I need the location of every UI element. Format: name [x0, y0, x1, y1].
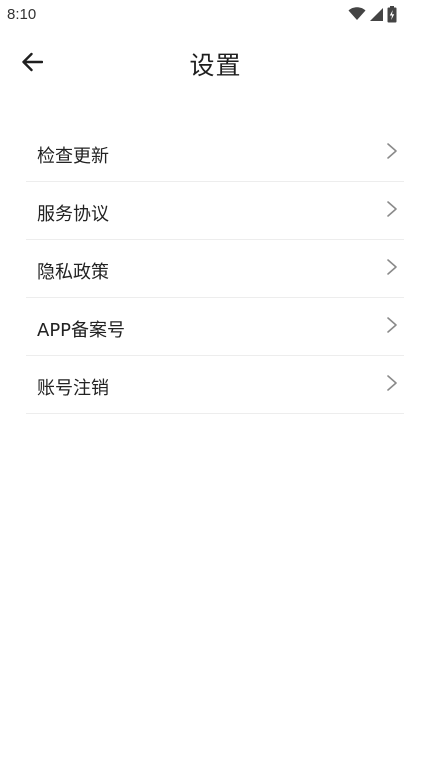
- menu-item-label: 服务协议: [37, 204, 109, 225]
- status-time: 8:10: [7, 6, 37, 23]
- wifi-icon: [348, 7, 366, 21]
- status-bar: 8:10: [0, 0, 431, 32]
- menu-item-privacy-policy[interactable]: 隐私政策: [26, 240, 404, 298]
- menu-item-check-update[interactable]: 检查更新: [26, 124, 404, 182]
- chevron-right-icon: [386, 258, 398, 276]
- page-title: 设置: [189, 51, 242, 80]
- header: 设置: [0, 38, 431, 90]
- battery-charging-icon: [387, 5, 397, 23]
- settings-menu-list: 检查更新 服务协议 隐私政策 APP备案号 账号注销: [26, 124, 404, 414]
- menu-item-account-deletion[interactable]: 账号注销: [26, 356, 404, 414]
- menu-item-service-agreement[interactable]: 服务协议: [26, 182, 404, 240]
- chevron-right-icon: [386, 374, 398, 392]
- menu-item-label: 隐私政策: [37, 262, 109, 283]
- chevron-right-icon: [386, 316, 398, 334]
- cellular-signal-icon: [369, 7, 384, 22]
- chevron-right-icon: [386, 200, 398, 218]
- chevron-right-icon: [386, 142, 398, 160]
- menu-item-label: 检查更新: [37, 146, 109, 167]
- menu-item-app-filing-number[interactable]: APP备案号: [26, 298, 404, 356]
- menu-item-label: 账号注销: [37, 378, 109, 399]
- menu-item-label: APP备案号: [37, 320, 126, 341]
- status-icons: [348, 5, 397, 23]
